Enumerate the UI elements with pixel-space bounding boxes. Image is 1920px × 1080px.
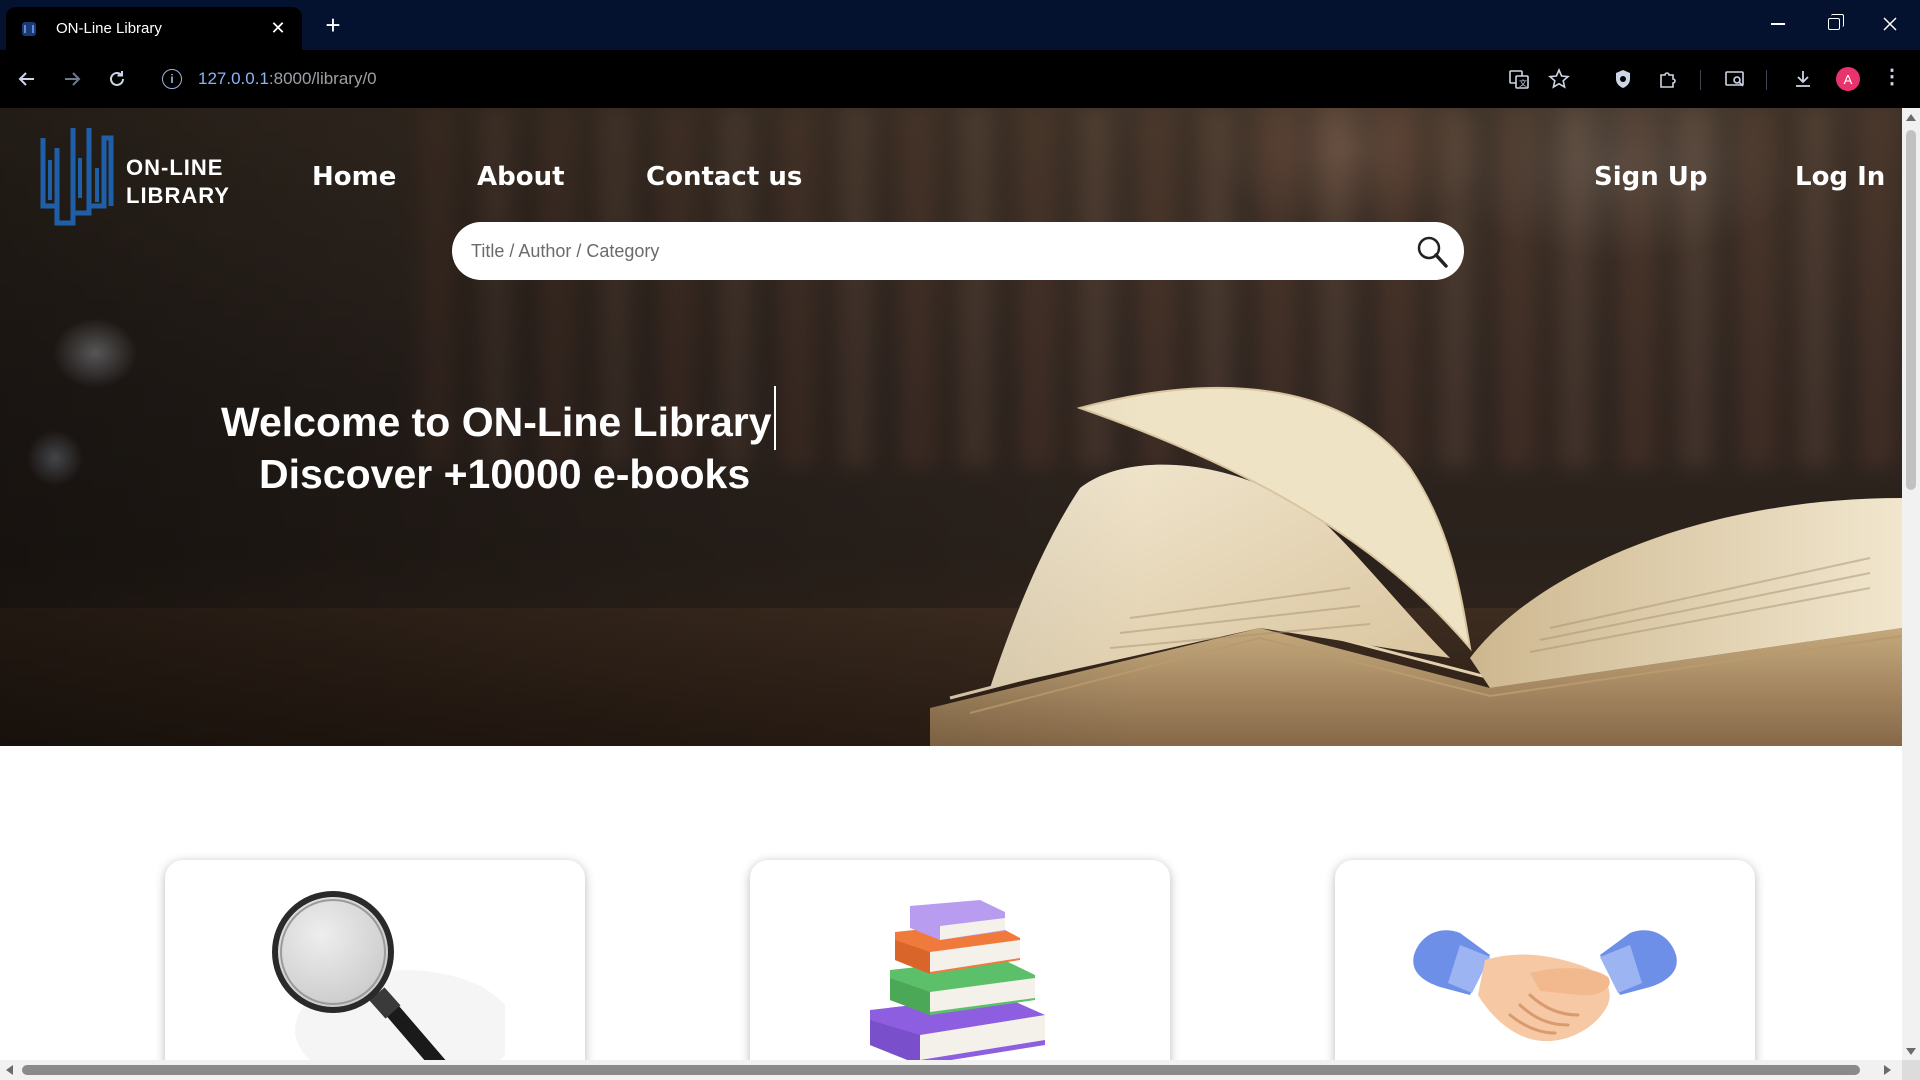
browser-tab[interactable]: ON-Line Library ✕ — [6, 7, 302, 50]
minimize-button[interactable] — [1750, 0, 1806, 48]
url-host: 127.0.0.1 — [198, 69, 269, 88]
favicon-icon — [22, 21, 36, 36]
horizontal-scroll-thumb[interactable] — [22, 1065, 1860, 1075]
logo-line-1: ON-LINE — [126, 155, 224, 180]
book-stack-icon — [870, 900, 1045, 1060]
browser-titlebar: ON-Line Library ✕ + — [0, 0, 1920, 50]
magnifying-glass-icon — [272, 891, 505, 1060]
back-button[interactable] — [10, 62, 44, 96]
nav-login-link[interactable]: Log In — [1795, 162, 1885, 192]
logo-text: ON-LINE LIBRARY — [126, 154, 230, 210]
nav-contact-link[interactable]: Contact us — [646, 162, 802, 192]
new-tab-button[interactable]: + — [318, 10, 348, 40]
url-path: :8000/library/0 — [268, 69, 377, 88]
forward-button[interactable] — [55, 62, 89, 96]
close-icon — [1883, 17, 1897, 31]
logo-line-2: LIBRARY — [126, 183, 230, 208]
close-window-button[interactable] — [1862, 0, 1918, 48]
shield-extension-icon[interactable] — [1606, 62, 1640, 96]
vertical-scroll-thumb[interactable] — [1906, 130, 1916, 490]
search-input[interactable] — [471, 240, 1371, 262]
minimize-icon — [1771, 23, 1785, 25]
toolbar-separator — [1700, 70, 1701, 90]
scroll-right-arrow-icon[interactable] — [1884, 1065, 1891, 1075]
search-bar — [452, 222, 1464, 280]
tab-close-icon[interactable]: ✕ — [268, 18, 288, 39]
download-icon[interactable] — [1786, 62, 1820, 96]
hero-title-text: Welcome to ON-Line Library — [221, 399, 772, 445]
reload-button[interactable] — [100, 62, 134, 96]
horizontal-scrollbar[interactable] — [0, 1060, 1902, 1080]
site-logo[interactable]: ON-LINE LIBRARY — [40, 128, 230, 228]
site-info-icon[interactable]: i — [162, 69, 182, 89]
nav-about-link[interactable]: About — [477, 162, 565, 192]
bookmark-star-icon[interactable] — [1542, 62, 1576, 96]
scroll-left-arrow-icon[interactable] — [6, 1065, 13, 1075]
feature-card-books[interactable] — [750, 860, 1170, 1060]
handshake-icon — [1413, 930, 1677, 1042]
nav-signup-link[interactable]: Sign Up — [1594, 162, 1708, 192]
browser-toolbar: i 127.0.0.1:8000/library/0 文 A ⋮ — [0, 50, 1920, 108]
more-menu-icon[interactable]: ⋮ — [1882, 64, 1902, 89]
scrollbar-corner — [1902, 1060, 1920, 1080]
hero-title: Welcome to ON-Line Library — [221, 386, 776, 450]
address-bar[interactable]: i 127.0.0.1:8000/library/0 — [150, 59, 1220, 99]
reload-icon — [110, 71, 124, 86]
scroll-up-arrow-icon[interactable] — [1906, 114, 1916, 121]
feature-card-search[interactable] — [165, 860, 585, 1060]
nav-home-link[interactable]: Home — [312, 162, 396, 192]
feature-card-partnership[interactable] — [1335, 860, 1755, 1060]
restore-button[interactable] — [1806, 0, 1862, 48]
search-icon — [1417, 236, 1448, 268]
url-text: 127.0.0.1:8000/library/0 — [198, 69, 377, 89]
screen-search-icon[interactable] — [1718, 62, 1752, 96]
text-caret — [773, 386, 776, 450]
page-viewport: ON-LINE LIBRARY Home About Contact us Si… — [0, 108, 1902, 1060]
puzzle-extensions-icon[interactable] — [1651, 62, 1685, 96]
toolbar-separator — [1766, 70, 1767, 90]
translate-icon[interactable]: 文 — [1502, 62, 1536, 96]
scroll-down-arrow-icon[interactable] — [1906, 1048, 1916, 1055]
profile-avatar[interactable]: A — [1836, 67, 1860, 91]
tab-title: ON-Line Library — [56, 20, 162, 37]
restore-icon — [1828, 14, 1844, 30]
arrow-right-icon — [65, 72, 81, 86]
svg-text:文: 文 — [1519, 78, 1527, 88]
arrow-left-icon — [18, 72, 34, 86]
hero-subtitle: Discover +10000 e-books — [259, 451, 751, 497]
hero-banner: ON-LINE LIBRARY Home About Contact us Si… — [0, 108, 1902, 746]
library-logo-icon — [40, 128, 114, 226]
vertical-scrollbar[interactable] — [1902, 108, 1920, 1060]
search-button[interactable] — [1414, 234, 1450, 270]
